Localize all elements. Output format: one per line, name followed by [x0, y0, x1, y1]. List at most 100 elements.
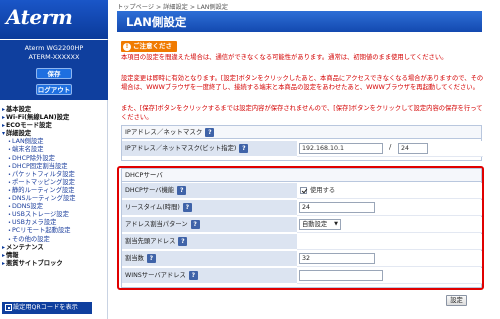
help-icon[interactable]: ?	[182, 202, 192, 212]
notice-text-2: 設定変更は即時に有効となります。[設定]ボタンをクリックしたあと、本商品にアクセ…	[121, 75, 484, 91]
menu-item-wifi-settings[interactable]: ▸Wi-Fi(無線LAN)設定	[0, 114, 108, 122]
label-text: DHCPサーバ機能	[125, 187, 175, 194]
logout-button[interactable]: ログアウト	[36, 84, 72, 95]
assign-pattern-row: アドレス割当パターン? 自動設定 ▼	[122, 217, 483, 233]
select-value: 自動設定	[302, 221, 328, 228]
menu-label: DDNS設定	[12, 203, 43, 211]
dhcp-server-section: DHCPサーバ DHCPサーバ機能? 使用する リースタイム(時間)? 24 ア…	[121, 168, 483, 288]
aterm-logo: Aterm	[6, 5, 73, 29]
menu-label: 端末名設定	[12, 146, 44, 154]
label-text: 割当先頭アドレス	[125, 238, 176, 245]
menu-item-pc-remote-wake[interactable]: •PCリモート起動設定	[0, 227, 108, 235]
assign-start-label: 割当先頭アドレス?	[122, 234, 297, 250]
menu-item-port-mapping[interactable]: •ポートマッピング設定	[0, 179, 108, 187]
lease-time-label: リースタイム(時間)?	[122, 200, 297, 216]
menu-label: 情報	[6, 251, 19, 259]
menu-label: 詳細設定	[6, 130, 32, 138]
menu-item-packet-filter[interactable]: •パケットフィルタ設定	[0, 171, 108, 179]
label-text: WINSサーバアドレス	[125, 272, 186, 279]
show-qr-code-button[interactable]: 設定用QRコードを表示	[2, 302, 92, 314]
notice-text-1: 本項目の設定を間違えた場合は、通信ができなくなる可能性があります。通常は、初期値…	[121, 54, 448, 61]
menu-item-static-routing[interactable]: •静的ルーティング設定	[0, 187, 108, 195]
label-text: アドレス割当パターン	[125, 221, 188, 228]
assign-count-label: 割当数?	[122, 251, 297, 267]
dhcp-function-label: DHCPサーバ機能?	[122, 183, 297, 199]
menu-item-maintenance[interactable]: ▸メンテナンス	[0, 244, 108, 252]
help-icon[interactable]: ?	[188, 270, 198, 280]
menu-label: ECOモード設定	[6, 122, 52, 130]
menu-item-other-settings[interactable]: •その他の設定	[0, 236, 108, 244]
menu-label: 基本設定	[6, 106, 32, 113]
lease-time-input[interactable]: 24	[299, 202, 375, 213]
help-icon[interactable]: ?	[205, 127, 215, 137]
help-icon[interactable]: ?	[239, 143, 249, 153]
sidebar: Aterm Aterm WG2200HP ATERM-XXXXXX 保存 ログア…	[0, 0, 108, 319]
dhcp-enable-checkbox[interactable]	[300, 187, 307, 194]
lease-time-row: リースタイム(時間)? 24	[122, 200, 483, 216]
ip-address-input[interactable]: 192.168.10.1	[299, 143, 383, 154]
label-text: リースタイム(時間)	[125, 204, 180, 211]
menu-label: USBカメラ設定	[12, 219, 57, 227]
menu-label: パケットフィルタ設定	[12, 170, 75, 178]
menu-label: DNSルーティング設定	[12, 195, 76, 203]
ip-section-header: IPアドレス／ネットマスク?	[122, 126, 481, 139]
menu-item-device-name[interactable]: •端末名設定	[0, 146, 108, 154]
breadcrumb: トップページ > 詳細設定 > LAN側設定	[117, 4, 228, 11]
wins-server-input[interactable]	[299, 270, 383, 281]
section-title: IPアドレス／ネットマスク	[125, 128, 203, 136]
menu-item-information[interactable]: ▸情報	[0, 252, 108, 260]
assign-pattern-select[interactable]: 自動設定 ▼	[299, 219, 341, 230]
device-info-panel: Aterm WG2200HP ATERM-XXXXXX 保存 ログアウト	[0, 40, 108, 100]
label-text: IPアドレス／ネットマスク(ビット指定)	[125, 145, 237, 152]
notice-text-3: また、[保存]ボタンをクリックするまでは設定内容が保存されませんので、[保存]ボ…	[121, 105, 483, 121]
ip-address-section: IPアドレス／ネットマスク? IPアドレス／ネットマスク(ビット指定)? 192…	[121, 125, 483, 161]
ip-address-label: IPアドレス／ネットマスク(ビット指定)?	[122, 141, 297, 157]
logo-area: Aterm	[0, 0, 108, 39]
dhcp-section-header: DHCPサーバ	[122, 169, 481, 182]
assign-pattern-label: アドレス割当パターン?	[122, 217, 297, 233]
model-name: Aterm WG2200HP	[24, 44, 84, 52]
menu-label: PCリモート起動設定	[12, 227, 71, 235]
assign-count-input[interactable]: 32	[299, 253, 375, 264]
dhcp-function-value: 使用する	[297, 183, 483, 199]
menu-label: メンテナンス	[6, 243, 44, 251]
menu-label: その他の設定	[12, 235, 50, 243]
menu-label: DHCP固定割当設定	[12, 162, 68, 170]
assign-start-row: 割当先頭アドレス?	[122, 234, 483, 250]
notice-badge: ! ご注意ください	[121, 41, 177, 61]
page-header: LAN側設定	[117, 11, 482, 32]
menu-item-malicious-site-block[interactable]: ▸悪質サイトブロック	[0, 260, 108, 268]
ip-address-value: 192.168.10.1 / 24	[297, 141, 483, 157]
help-icon[interactable]: ?	[146, 253, 156, 263]
menu-item-ddns[interactable]: •DDNS設定	[0, 203, 108, 211]
label-text: 割当数	[125, 255, 144, 262]
dhcp-enable-label: 使用する	[310, 187, 336, 194]
main-content: トップページ > 詳細設定 > LAN側設定 LAN側設定 ! ご注意ください …	[109, 0, 500, 319]
help-icon[interactable]: ?	[190, 219, 200, 229]
menu-label: 静的ルーティング設定	[12, 186, 75, 194]
apply-button[interactable]: 設定	[446, 295, 467, 306]
menu-label: DHCP除外設定	[12, 154, 55, 162]
menu-label: Wi-Fi(無線LAN)設定	[6, 114, 70, 122]
menu-label: LAN側設定	[12, 138, 44, 146]
wins-server-value	[297, 268, 483, 284]
help-icon[interactable]: ?	[178, 236, 188, 246]
menu-label: USBストレージ設定	[12, 211, 69, 219]
wins-server-row: WINSサーバアドレス?	[122, 268, 483, 284]
chevron-down-icon: ▼	[334, 221, 338, 227]
section-title: DHCPサーバ	[125, 171, 163, 179]
netmask-input[interactable]: 24	[398, 143, 428, 154]
dhcp-function-row: DHCPサーバ機能? 使用する	[122, 183, 483, 199]
menu-item-basic-settings[interactable]: ▸基本設定	[0, 106, 108, 114]
slash-separator: /	[389, 143, 392, 151]
lease-time-value: 24	[297, 200, 483, 216]
assign-count-row: 割当数? 32	[122, 251, 483, 267]
menu-label: ポートマッピング設定	[12, 178, 75, 186]
menu-item-dhcp-exclusion[interactable]: •DHCP除外設定	[0, 155, 108, 163]
page-title: LAN側設定	[126, 15, 187, 29]
save-button[interactable]: 保存	[36, 68, 72, 79]
qr-code-icon	[5, 304, 12, 311]
menu-item-dns-routing[interactable]: •DNSルーティング設定	[0, 195, 108, 203]
menu-item-dhcp-static[interactable]: •DHCP固定割当設定	[0, 163, 108, 171]
help-icon[interactable]: ?	[177, 185, 187, 195]
